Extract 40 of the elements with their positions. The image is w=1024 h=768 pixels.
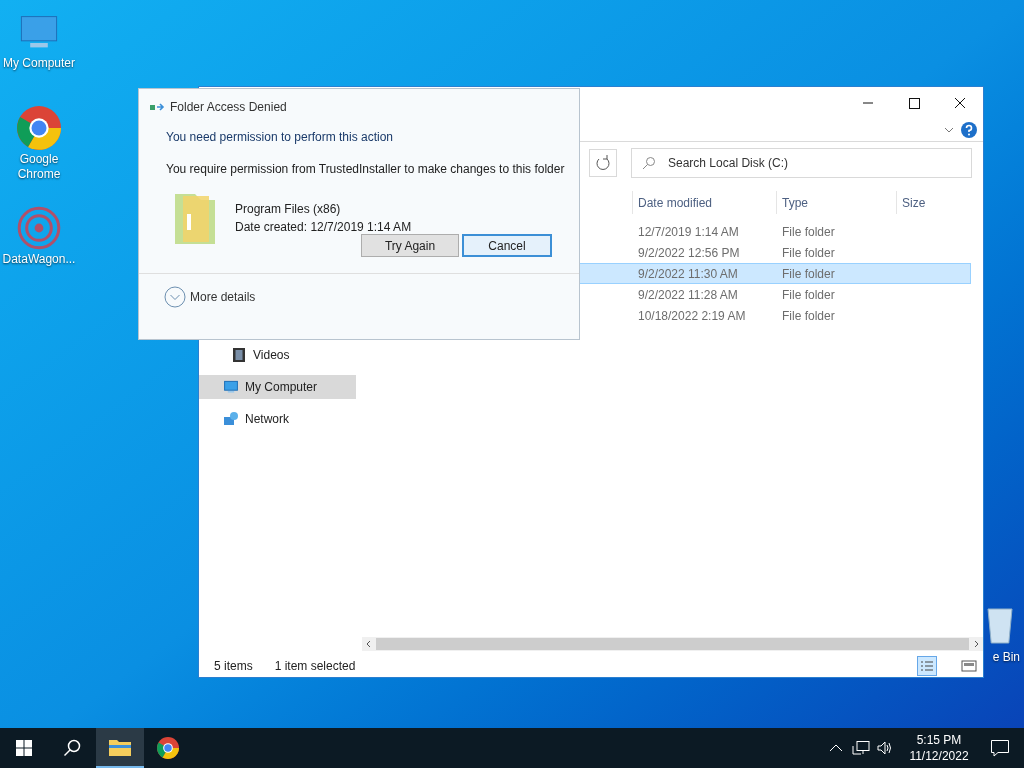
notification-icon[interactable]	[990, 739, 1010, 757]
column-header[interactable]: Date modified	[632, 191, 776, 214]
folder-move-icon	[149, 101, 165, 113]
file-name: Program Files (x86)	[235, 201, 342, 218]
clock[interactable]: 5:15 PM 11/12/2022	[900, 732, 978, 764]
selection-count: 1 item selected	[274, 658, 357, 675]
nav-item[interactable]: Videos	[199, 343, 356, 367]
chrome-icon	[17, 106, 61, 150]
chrome-icon	[157, 737, 179, 759]
desktop-icon-label: DataWagon...	[2, 252, 76, 267]
horizontal-scrollbar[interactable]	[362, 637, 983, 651]
item-count: 5 items	[214, 658, 253, 675]
network-icon	[223, 411, 239, 427]
dialog-button[interactable]: Try Again	[361, 234, 459, 257]
folder-icon	[108, 737, 132, 757]
nav-item[interactable]: My Computer	[199, 375, 356, 399]
network-icon[interactable]	[852, 740, 870, 756]
file-date: Date created: 12/7/2019 1:14 AM	[235, 219, 412, 236]
desktop-icon-label: My Computer	[3, 56, 75, 71]
refresh-icon[interactable]	[589, 149, 617, 177]
search-field[interactable]: Search Local Disk (C:)	[631, 148, 972, 178]
column-header[interactable]: Size	[896, 191, 972, 214]
desktop-icon-label: e Bin	[992, 650, 1020, 665]
dialog-title: Folder Access Denied	[170, 99, 287, 116]
taskbar-app-button[interactable]	[96, 728, 144, 768]
dialog-button[interactable]: Cancel	[462, 234, 552, 257]
volume-icon[interactable]	[876, 740, 894, 756]
windows-logo-icon[interactable]	[16, 740, 32, 756]
chevron-down-circle-icon	[164, 286, 186, 308]
dialog-detail: You require permission from TrustedInstaller to make changes to this folder	[165, 161, 566, 178]
computer-icon	[223, 379, 239, 395]
dialog-message: You need permission to perform this action	[165, 129, 394, 146]
column-header[interactable]: Type	[776, 191, 896, 214]
search-icon	[642, 156, 656, 170]
search-input[interactable]: Search Local Disk (C:)	[668, 154, 961, 172]
nav-item[interactable]: Network	[199, 407, 356, 431]
search-icon[interactable]	[63, 739, 81, 757]
film-icon	[231, 347, 247, 363]
more-details-toggle[interactable]: More details	[139, 286, 579, 308]
desktop-icon-label: Google Chrome	[16, 152, 62, 182]
